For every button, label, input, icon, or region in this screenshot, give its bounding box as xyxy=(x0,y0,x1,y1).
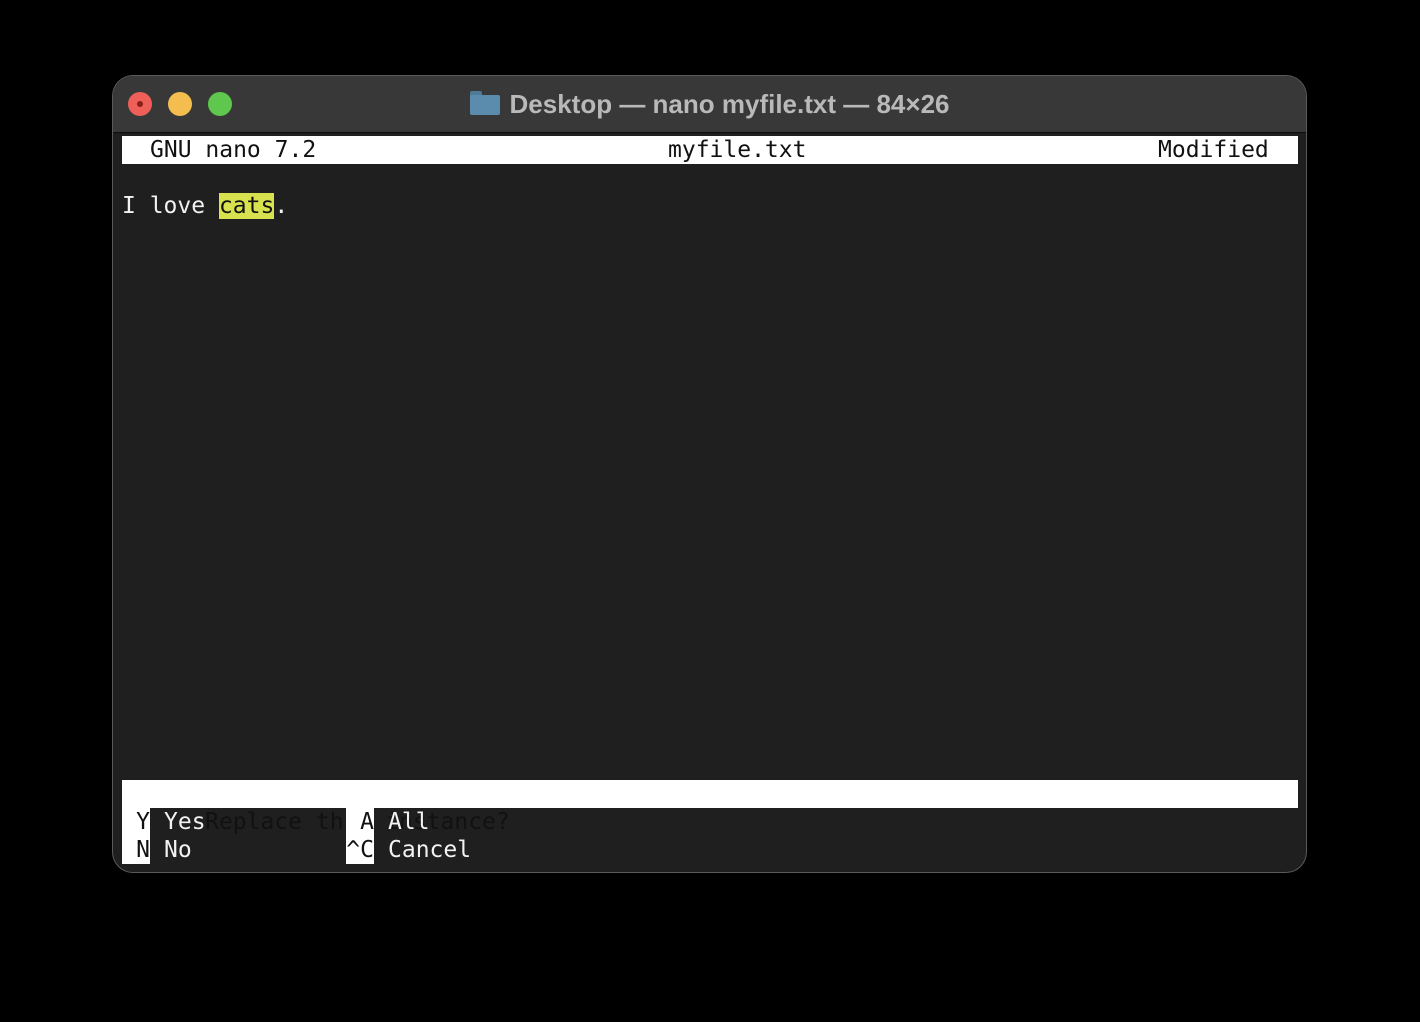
shortcut-label-all[interactable]: All xyxy=(388,808,430,836)
shortcut-key-cancel[interactable]: ^C xyxy=(346,836,374,864)
search-match-highlight: cats xyxy=(218,193,275,219)
shortcut-row-1: Y Yes A All xyxy=(122,808,1298,836)
shortcut-row-2: N No ^C Cancel xyxy=(122,836,1298,864)
replace-prompt: Replace this instance? xyxy=(122,780,1298,835)
nano-modified-status: Modified xyxy=(1158,137,1269,163)
shortcut-key-yes[interactable]: Y xyxy=(122,808,150,836)
title-bar[interactable]: Desktop — nano myfile.txt — 84×26 xyxy=(113,76,1306,133)
terminal-content[interactable]: GNU nano 7.2 myfile.txt Modified I love … xyxy=(122,136,1298,866)
nano-version: GNU nano 7.2 xyxy=(150,137,317,163)
window-title-area: Desktop — nano myfile.txt — 84×26 xyxy=(113,76,1306,132)
shortcut-key-no[interactable]: N xyxy=(122,836,150,864)
terminal-window: Desktop — nano myfile.txt — 84×26 GNU na… xyxy=(113,76,1306,872)
nano-header-bar: GNU nano 7.2 myfile.txt Modified xyxy=(122,136,1298,164)
nano-filename: myfile.txt xyxy=(668,137,807,163)
buffer-text-after: . xyxy=(274,193,289,219)
buffer-text-before: I love xyxy=(122,193,219,219)
shortcut-label-cancel[interactable]: Cancel xyxy=(388,836,471,864)
shortcut-key-all[interactable]: A xyxy=(346,808,374,836)
shortcut-label-no[interactable]: No xyxy=(164,836,192,864)
buffer-line-1[interactable]: I love cats. xyxy=(122,192,1298,220)
window-title: Desktop — nano myfile.txt — 84×26 xyxy=(509,88,950,119)
shortcut-label-yes[interactable]: Yes xyxy=(164,808,206,836)
folder-icon xyxy=(469,91,500,115)
